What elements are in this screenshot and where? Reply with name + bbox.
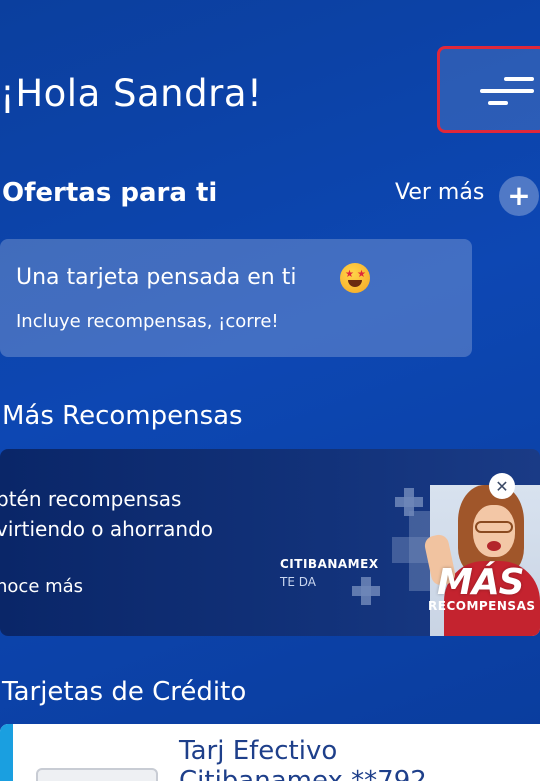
brand-tagline: TE DA [280,575,316,589]
plus-icon[interactable]: + [499,176,539,216]
ver-mas-link[interactable]: Ver más [395,180,484,205]
promo-headline-sub: RECOMPENSAS [428,599,536,613]
card-thumbnail [36,768,158,781]
offer-card[interactable]: Una tarjeta pensada en ti Incluye recomp… [0,239,472,357]
hamburger-menu-icon [480,77,534,107]
greeting-title: ¡Hola Sandra! [0,72,263,115]
recompensas-section-title: Más Recompensas [2,401,243,431]
card-name: Tarj Efectivo Citibanamex **792 [179,736,427,781]
glasses-decoration [475,521,513,533]
promo-cta-link[interactable]: noce más [0,576,83,597]
card-accent-stripe [0,724,13,781]
promo-banner[interactable]: btén recompensas virtiendo o ahorrando n… [0,449,540,636]
tarjetas-section-title: Tarjetas de Crédito [2,677,247,707]
brand-name: CITIBANAMEX [280,557,379,571]
star-struck-emoji-icon: ★ ★ [340,263,370,293]
card-name-line2: Citibanamex **792 [179,766,427,781]
close-icon[interactable]: ✕ [489,473,515,499]
plus-decoration [361,577,371,605]
offer-card-title: Una tarjeta pensada en ti [16,265,297,290]
promo-line-2: virtiendo o ahorrando [0,517,214,541]
card-name-line1: Tarj Efectivo [179,736,338,766]
offer-card-subtitle: Incluye recompensas, ¡corre! [16,311,279,332]
promo-headline: MÁS [437,562,525,603]
person-mouth [487,541,501,551]
promo-line-1: btén recompensas [0,487,182,511]
menu-button[interactable] [437,46,540,133]
ofertas-section-title: Ofertas para ti [2,178,218,208]
